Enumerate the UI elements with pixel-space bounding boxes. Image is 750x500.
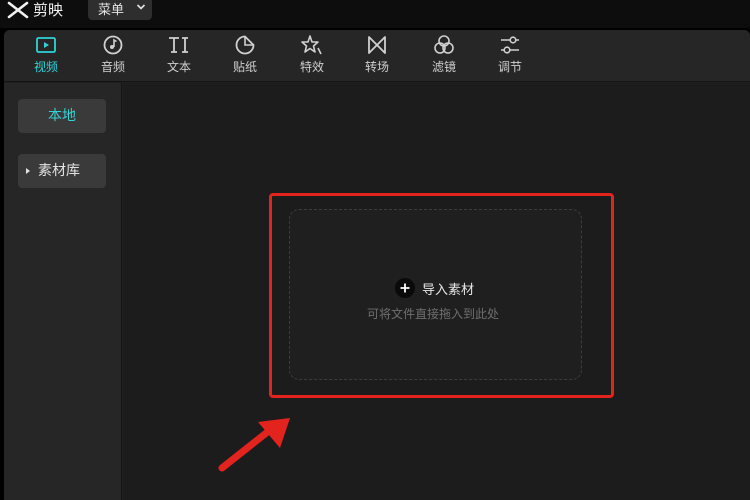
expand-triangle-icon — [26, 168, 30, 174]
tab-label: 特效 — [299, 60, 324, 74]
title-bar: 剪映 菜单 — [0, 0, 750, 28]
tab-label: 视频 — [33, 60, 58, 74]
chevron-down-icon — [136, 4, 146, 10]
drop-hint: 可将文件直接拖入到此处 — [367, 307, 500, 321]
text-icon — [169, 37, 188, 53]
capcut-logo-icon — [7, 1, 29, 19]
tab-filter[interactable]: 滤镜 — [418, 34, 470, 80]
tab-adjust[interactable]: 调节 — [484, 34, 536, 80]
video-icon — [36, 37, 56, 53]
menu-label: 菜单 — [98, 2, 125, 18]
tab-label: 转场 — [364, 60, 389, 74]
tab-label: 调节 — [497, 60, 522, 74]
tab-video[interactable]: 视频 — [20, 34, 72, 80]
audio-icon — [103, 35, 123, 55]
media-toolbar: 视频 音频 文本 贴纸 特效 转场 滤镜 调节 — [4, 30, 750, 82]
effects-icon — [301, 35, 322, 55]
tab-effects[interactable]: 特效 — [286, 34, 338, 80]
sidebar-item-library[interactable]: 素材库 — [18, 154, 106, 188]
filter-icon — [434, 35, 454, 54]
plus-icon — [395, 278, 415, 298]
tab-audio[interactable]: 音频 — [87, 34, 139, 80]
adjust-icon — [501, 36, 519, 54]
sticker-icon — [235, 35, 255, 55]
tab-text[interactable]: 文本 — [153, 34, 205, 80]
sidebar-item-label: 素材库 — [38, 163, 80, 179]
media-sidebar: 本地 素材库 — [4, 83, 122, 500]
annotation-arrow-icon — [218, 418, 290, 472]
sidebar-item-local[interactable]: 本地 — [18, 99, 106, 133]
menu-button[interactable]: 菜单 — [88, 0, 152, 20]
import-label: 导入素材 — [422, 282, 475, 298]
tab-transition[interactable]: 转场 — [351, 34, 403, 80]
tab-label: 文本 — [166, 60, 191, 74]
tab-label: 音频 — [100, 60, 125, 74]
tab-label: 滤镜 — [431, 60, 456, 74]
tab-label: 贴纸 — [232, 60, 257, 74]
app-name: 剪映 — [33, 1, 64, 19]
tab-sticker[interactable]: 贴纸 — [219, 34, 271, 80]
import-media-button[interactable]: 导入素材 — [395, 278, 474, 298]
transition-icon — [368, 36, 386, 54]
